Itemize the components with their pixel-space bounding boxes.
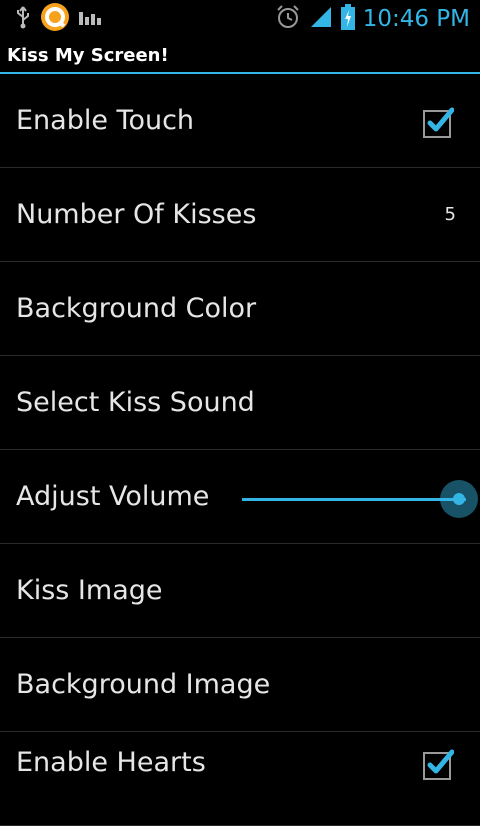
usb-icon [14, 5, 32, 33]
volume-slider[interactable] [242, 478, 478, 518]
setting-label: Select Kiss Sound [16, 387, 255, 418]
setting-label: Number Of Kisses [16, 199, 257, 230]
setting-label: Enable Touch [16, 105, 195, 136]
setting-label: Background Color [16, 293, 257, 324]
setting-enable-hearts[interactable]: Enable Hearts [0, 732, 480, 826]
slider-track [242, 498, 466, 501]
notification-icons [14, 3, 102, 33]
settings-list: Enable Touch Number Of Kisses 5 Backgrou… [0, 74, 480, 826]
setting-label: Kiss Image [16, 575, 163, 606]
setting-adjust-volume: Adjust Volume [0, 450, 480, 544]
status-bar: 10:46 PM [0, 0, 480, 38]
setting-kiss-image[interactable]: Kiss Image [0, 544, 480, 638]
setting-label: Enable Hearts [16, 747, 206, 778]
battery-charging-icon [340, 4, 355, 34]
alarm-icon [275, 4, 301, 34]
kisses-count-value: 5 [444, 204, 456, 225]
setting-enable-touch[interactable]: Enable Touch [0, 74, 480, 168]
bars-icon [78, 8, 102, 30]
slider-thumb[interactable] [440, 480, 478, 518]
setting-background-color[interactable]: Background Color [0, 262, 480, 356]
signal-icon [309, 5, 333, 33]
clock: 10:46 PM [362, 6, 470, 32]
enable-touch-checkbox[interactable] [422, 107, 455, 139]
setting-select-kiss-sound[interactable]: Select Kiss Sound [0, 356, 480, 450]
system-icons: 10:46 PM [275, 4, 470, 34]
page-title: Kiss My Screen! [7, 45, 169, 66]
title-bar: Kiss My Screen! [0, 38, 480, 74]
app-notification-icon [40, 2, 70, 36]
setting-label: Adjust Volume [16, 481, 210, 512]
setting-number-of-kisses[interactable]: Number Of Kisses 5 [0, 168, 480, 262]
enable-hearts-checkbox[interactable] [422, 749, 455, 781]
